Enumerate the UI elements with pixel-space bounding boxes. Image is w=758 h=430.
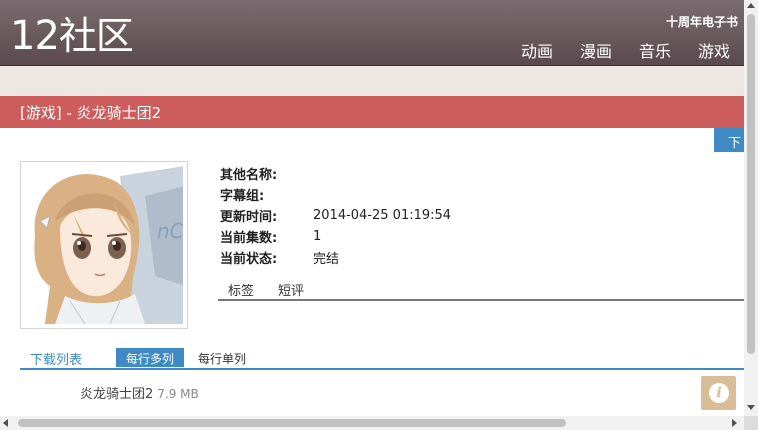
horizontal-scrollbar[interactable] [0, 416, 744, 430]
vertical-scroll-thumb[interactable] [747, 14, 755, 354]
download-tab[interactable]: 下 [714, 128, 744, 152]
main-nav: 动画 漫画 音乐 游戏 [494, 38, 730, 62]
single-column-button[interactable]: 每行单列 [198, 350, 246, 367]
title-bar: [游戏] - 炎龙骑士团2 [0, 96, 744, 128]
tab-reviews[interactable]: 短评 [278, 280, 304, 299]
site-logo[interactable]: 12社区 [10, 13, 134, 59]
multi-column-button[interactable]: 每行多列 [116, 348, 184, 367]
download-list-header: 下载列表 每行多列 每行单列 [20, 346, 744, 370]
detail-tabs: 标签 短评 [218, 280, 744, 301]
scrollbar-corner [744, 416, 758, 430]
info-label: 更新时间: [220, 210, 278, 225]
info-icon: i [709, 383, 729, 403]
info-label: 当前集数: [220, 231, 278, 246]
info-label: 其他名称: [220, 168, 278, 183]
cover-image: nC [20, 161, 188, 329]
file-size: 7.9 MB [157, 387, 199, 401]
scroll-down-icon[interactable] [747, 405, 755, 410]
page: 12社区 十周年电子书 动画 漫画 音乐 游戏 [游戏] - 炎龙骑士团2 下 … [0, 0, 758, 430]
site-header: 12社区 十周年电子书 动画 漫画 音乐 游戏 [0, 0, 744, 66]
nav-item-anime[interactable]: 动画 [521, 38, 553, 62]
info-button[interactable]: i [701, 376, 736, 410]
info-panel: 其他名称: 字幕组: 更新时间: 2014-04-25 01:19:54 当前集… [220, 163, 451, 268]
info-row-alias: 其他名称: [220, 163, 451, 184]
scroll-right-icon[interactable] [732, 419, 737, 427]
info-row-episodes: 当前集数: 1 [220, 226, 451, 247]
list-item[interactable]: 炎龙骑士团2 7.9 MB [80, 383, 199, 402]
tagline-link[interactable]: 十周年电子书 [666, 13, 738, 30]
scroll-left-icon[interactable] [3, 419, 8, 427]
scroll-up-icon[interactable] [747, 3, 755, 8]
file-name[interactable]: 炎龙骑士团2 [80, 387, 153, 402]
info-row-subgroup: 字幕组: [220, 184, 451, 205]
logo-number: 12 [10, 13, 60, 59]
nav-item-games[interactable]: 游戏 [698, 38, 730, 62]
page-title: [游戏] - 炎龙骑士团2 [20, 104, 162, 122]
vertical-scrollbar[interactable] [744, 0, 758, 416]
nav-item-music[interactable]: 音乐 [639, 38, 671, 62]
nav-item-manga[interactable]: 漫画 [580, 38, 612, 62]
cover-artwork: nC [25, 166, 183, 324]
horizontal-scroll-thumb[interactable] [18, 419, 566, 427]
tab-tags[interactable]: 标签 [228, 280, 254, 299]
info-row-updated: 更新时间: 2014-04-25 01:19:54 [220, 205, 451, 226]
info-label: 字幕组: [220, 189, 265, 204]
info-row-status: 当前状态: 完结 [220, 247, 451, 268]
info-value: 完结 [313, 252, 340, 267]
svg-text:nC: nC [157, 219, 183, 243]
info-value: 2014-04-25 01:19:54 [313, 208, 452, 223]
info-label: 当前状态: [220, 252, 278, 267]
logo-text: 社区 [58, 14, 134, 58]
info-value: 1 [313, 229, 322, 244]
download-list-title[interactable]: 下载列表 [30, 349, 82, 368]
spacer-band [0, 66, 744, 96]
